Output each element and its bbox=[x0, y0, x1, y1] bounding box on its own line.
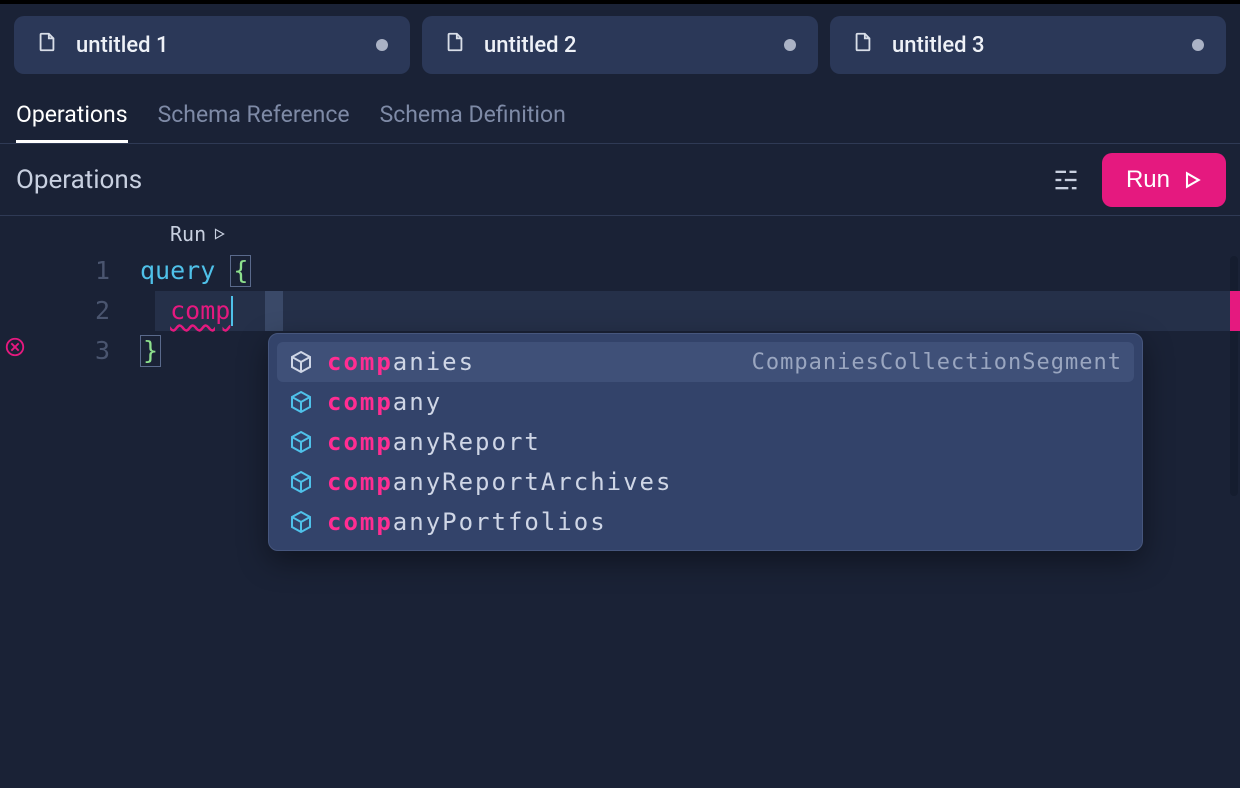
autocomplete-detail: CompaniesCollectionSegment bbox=[752, 350, 1122, 375]
file-tab[interactable]: untitled 3 bbox=[830, 16, 1226, 74]
file-tabs: untitled 1 untitled 2 untitled 3 bbox=[0, 4, 1240, 86]
tab-schema-definition[interactable]: Schema Definition bbox=[380, 87, 566, 142]
file-tab-label: untitled 3 bbox=[892, 33, 1192, 58]
error-icon[interactable] bbox=[4, 336, 26, 358]
format-icon bbox=[1052, 166, 1080, 194]
autocomplete-label: companies bbox=[327, 348, 475, 376]
autocomplete-label: companyReport bbox=[327, 428, 541, 456]
file-tab[interactable]: untitled 1 bbox=[14, 16, 410, 74]
page-title: Operations bbox=[16, 165, 1048, 195]
code-area[interactable]: query { comp} bbox=[140, 251, 251, 371]
file-tab-label: untitled 2 bbox=[484, 33, 784, 58]
run-codelens[interactable]: Run bbox=[170, 222, 226, 246]
current-line-highlight bbox=[155, 291, 1232, 331]
autocomplete-label: company bbox=[327, 388, 442, 416]
file-icon bbox=[444, 31, 466, 59]
type-cube-icon bbox=[289, 390, 313, 414]
toolbar: Operations Run bbox=[0, 144, 1240, 216]
file-tab[interactable]: untitled 2 bbox=[422, 16, 818, 74]
type-cube-icon bbox=[289, 510, 313, 534]
code-editor[interactable]: Run 1 2 3 query { comp} companiesCompani… bbox=[0, 216, 1240, 371]
error-stripe bbox=[1230, 291, 1240, 331]
type-cube-icon bbox=[289, 470, 313, 494]
autocomplete-item[interactable]: company bbox=[277, 382, 1134, 422]
file-icon bbox=[852, 31, 874, 59]
code-line[interactable]: query { bbox=[140, 251, 251, 291]
autocomplete-item[interactable]: companies CompaniesCollectionSegment bbox=[277, 342, 1134, 382]
dirty-indicator-icon bbox=[1192, 39, 1204, 51]
autocomplete-item[interactable]: companyReport bbox=[277, 422, 1134, 462]
autocomplete-item[interactable]: companyPortfolios bbox=[277, 502, 1134, 542]
section-tabs: Operations Schema Reference Schema Defin… bbox=[0, 86, 1240, 144]
tab-operations[interactable]: Operations bbox=[16, 87, 128, 142]
run-button[interactable]: Run bbox=[1102, 153, 1226, 207]
type-cube-icon bbox=[289, 350, 313, 374]
format-button[interactable] bbox=[1048, 162, 1084, 198]
text-cursor bbox=[231, 296, 233, 326]
tab-schema-reference[interactable]: Schema Reference bbox=[158, 87, 350, 142]
type-cube-icon bbox=[289, 430, 313, 454]
code-line[interactable]: } bbox=[140, 331, 251, 371]
run-button-label: Run bbox=[1126, 166, 1170, 194]
autocomplete-label: companyPortfolios bbox=[327, 508, 607, 536]
autocomplete-item[interactable]: companyReportArchives bbox=[277, 462, 1134, 502]
autocomplete-label: companyReportArchives bbox=[327, 468, 672, 496]
dirty-indicator-icon bbox=[784, 39, 796, 51]
file-tab-label: untitled 1 bbox=[76, 33, 376, 58]
play-icon bbox=[212, 227, 226, 241]
play-icon bbox=[1182, 170, 1202, 190]
file-icon bbox=[36, 31, 58, 59]
dirty-indicator-icon bbox=[376, 39, 388, 51]
autocomplete-popup: companiesCompaniesCollectionSegmentcompa… bbox=[268, 333, 1143, 551]
code-line[interactable]: comp bbox=[140, 291, 251, 331]
